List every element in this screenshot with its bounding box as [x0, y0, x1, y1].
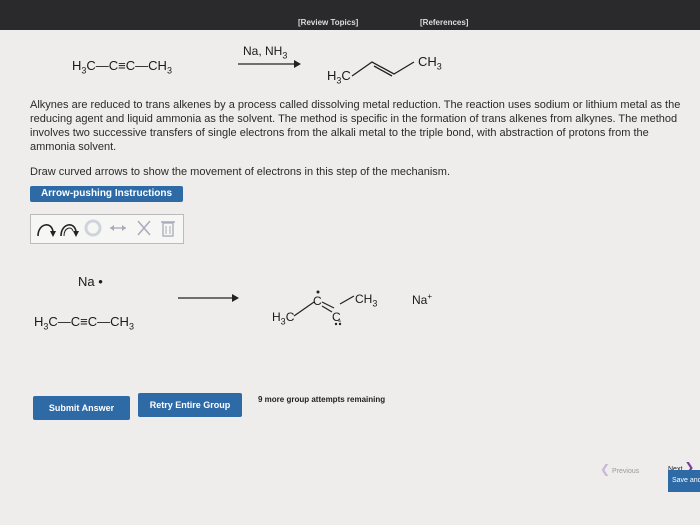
trans-alkene-skeleton [351, 61, 415, 77]
review-topics-link[interactable]: [Review Topics] [298, 18, 358, 27]
question-prompt: Draw curved arrows to show the movement … [30, 166, 451, 178]
negative-charge: - [338, 316, 342, 327]
submit-answer-button[interactable]: Submit Answer [33, 396, 130, 420]
mechanism-step-arrow [178, 294, 239, 302]
explanation-paragraph: Alkynes are reduced to trans alkenes by … [30, 99, 681, 153]
radical-anion-skeleton [293, 290, 355, 326]
retry-entire-group-button[interactable]: Retry Entire Group [138, 393, 242, 417]
undo-icon[interactable] [83, 217, 103, 239]
double-curved-arrow-icon[interactable] [58, 217, 80, 239]
trash-icon[interactable] [158, 217, 178, 239]
previous-button[interactable]: ❮ Previous [600, 462, 639, 476]
delete-x-icon[interactable] [134, 217, 154, 239]
resonance-arrow-icon[interactable] [107, 217, 129, 239]
product-right-methyl: CH3 [418, 54, 442, 72]
reaction-arrow [238, 60, 301, 68]
reactant-alkyne: H3C—C≡C—CH3 [72, 58, 172, 76]
radical-anion-right-methyl[interactable]: CH3 [355, 292, 377, 308]
references-link[interactable]: [References] [420, 18, 468, 27]
chevron-left-icon: ❮ [600, 462, 611, 476]
mechanism-alkyne[interactable]: H3C—C≡C—CH3 [34, 314, 134, 332]
save-and-exit-button[interactable]: Save and [668, 470, 700, 492]
sodium-atom[interactable]: Na • [78, 274, 103, 289]
radical-carbon[interactable]: C [313, 294, 322, 308]
product-left-methyl: H3C [327, 68, 351, 86]
attempts-remaining: 9 more group attempts remaining [258, 395, 386, 404]
drawing-toolbar [30, 214, 184, 244]
radical-anion-left-methyl[interactable]: H3C [272, 310, 294, 326]
arrow-pushing-instructions-button[interactable]: Arrow-pushing Instructions [30, 186, 183, 202]
top-bar: [Review Topics] [References] [0, 0, 700, 30]
sodium-cation[interactable]: Na+ [412, 292, 432, 307]
single-curved-arrow-icon[interactable] [35, 217, 57, 239]
